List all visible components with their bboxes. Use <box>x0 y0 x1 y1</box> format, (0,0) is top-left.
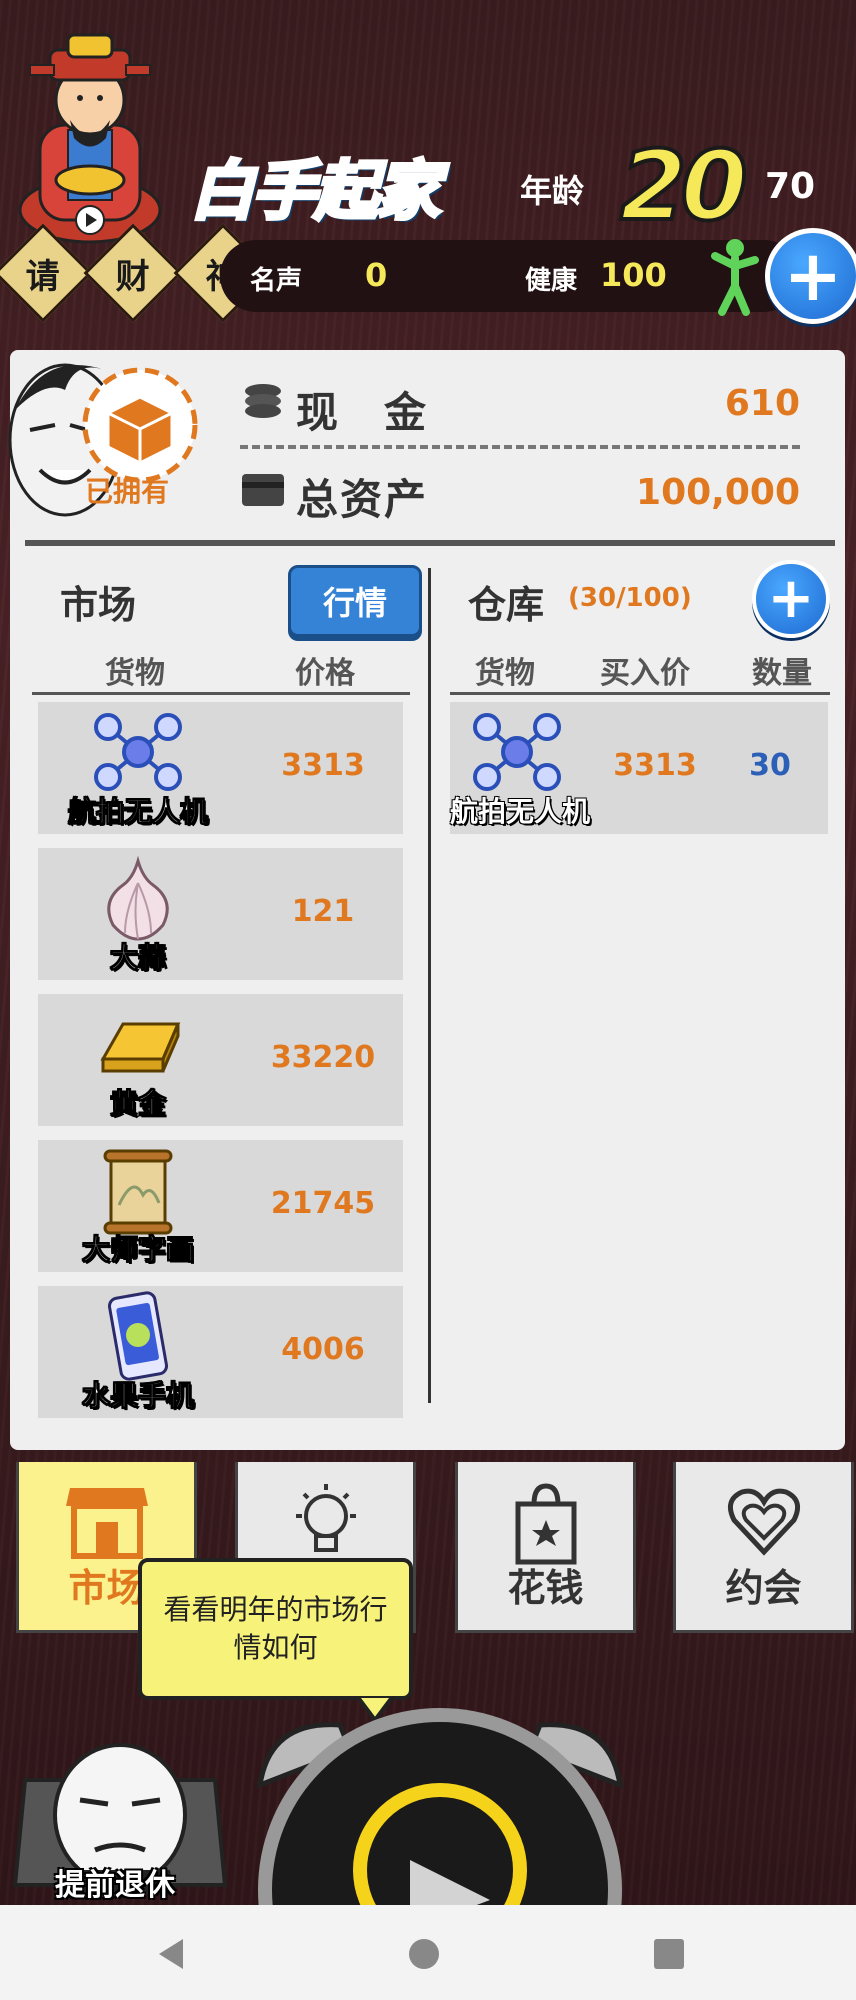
recents-icon[interactable] <box>654 1939 684 1969</box>
section-divider <box>25 540 835 546</box>
drone-icon <box>94 713 182 791</box>
add-health-button[interactable]: + <box>765 228 856 324</box>
heart-icon <box>727 1488 800 1556</box>
market-item[interactable]: 黄金 33220 <box>38 994 403 1126</box>
coins-icon <box>245 384 281 418</box>
item-price: 21745 <box>270 1186 376 1221</box>
back-icon[interactable] <box>155 1937 187 1971</box>
owned-label: 已拥有 <box>85 475 170 508</box>
item-name: 黄金 <box>109 1087 166 1121</box>
tab-spend[interactable]: 花钱 <box>455 1462 636 1633</box>
market-item[interactable]: 航拍无人机 3313 <box>38 702 403 834</box>
shopping-bag-icon <box>515 1483 576 1565</box>
fortune-god-icon[interactable] <box>10 30 170 245</box>
cash-label: 现 金 <box>296 388 429 437</box>
warehouse-col-quantity: 数量 <box>752 656 812 691</box>
market-trend-button[interactable]: 行情 <box>288 565 422 637</box>
warehouse-capacity: (30/100) <box>568 583 692 613</box>
market-title: 市场 <box>60 583 137 627</box>
item-name: 大师字画 <box>81 1233 194 1267</box>
warehouse-header-line <box>450 692 830 695</box>
card-icon <box>242 474 284 506</box>
warehouse-title: 仓库 <box>468 583 545 627</box>
gold-bar-icon <box>100 1022 181 1073</box>
assets-row: 总资产 100,000 <box>240 462 800 524</box>
scroll-painting-icon <box>103 1149 173 1235</box>
item-price: 4006 <box>281 1332 365 1367</box>
next-year-alarm-clock-button[interactable] <box>240 1690 640 1905</box>
item-name: 水果手机 <box>81 1379 194 1413</box>
retire-label: 提前退休 <box>55 1868 175 1903</box>
home-icon[interactable] <box>408 1938 440 1970</box>
market-header-line <box>32 692 410 695</box>
item-name: 航拍无人机 <box>449 795 590 828</box>
tab-date-label: 约会 <box>725 1566 802 1610</box>
market-item[interactable]: 水果手机 4006 <box>38 1286 403 1418</box>
cash-row: 现 金 610 <box>240 375 800 437</box>
health-label: 健康 <box>525 266 578 296</box>
tab-date[interactable]: 约会 <box>673 1462 854 1633</box>
market-col-goods: 货物 <box>105 656 165 691</box>
age-label: 年龄 <box>520 172 585 210</box>
item-name: 航拍无人机 <box>67 795 208 829</box>
market-col-price: 价格 <box>295 656 355 691</box>
god-char-tile: 请 <box>0 223 93 323</box>
item-quantity: 30 <box>749 748 791 783</box>
phone-icon <box>107 1291 169 1381</box>
item-price: 33220 <box>270 1040 376 1075</box>
item-buy-price: 3313 <box>613 748 697 783</box>
age-value: 20 <box>618 128 750 244</box>
health-figure-icon <box>711 239 759 316</box>
god-char-tile: 财 <box>83 223 183 323</box>
garlic-icon <box>107 855 169 941</box>
shop-icon <box>65 1488 148 1559</box>
game-title-logo: 白手起家 <box>188 153 442 231</box>
assets-value: 100,000 <box>636 472 800 513</box>
drone-icon <box>473 713 561 791</box>
lightbulb-icon <box>295 1484 356 1552</box>
tab-spend-label: 花钱 <box>507 1566 584 1610</box>
item-name: 大蒜 <box>109 941 166 975</box>
health-value: 100 <box>600 256 667 294</box>
market-item[interactable]: 大蒜 121 <box>38 848 403 980</box>
tooltip: 看看明年的市场行情如何 <box>138 1558 413 1700</box>
market-item[interactable]: 大师字画 21745 <box>38 1140 403 1272</box>
assets-label: 总资产 <box>296 475 429 524</box>
warehouse-item[interactable]: 航拍无人机 3313 30 <box>450 702 828 834</box>
item-price: 121 <box>291 894 355 929</box>
item-price: 3313 <box>281 748 365 783</box>
warehouse-col-buy-price: 买入价 <box>600 656 690 691</box>
cash-value: 610 <box>724 383 800 424</box>
column-divider <box>428 568 431 1403</box>
divider <box>240 445 800 449</box>
expand-warehouse-button[interactable]: + <box>752 560 830 638</box>
system-nav-bar <box>0 1905 856 2000</box>
warehouse-col-goods: 货物 <box>475 656 535 691</box>
age-max: 70 <box>765 166 816 207</box>
fame-label: 名声 <box>250 266 303 296</box>
stats-bar: 名声 0 健康 100 <box>220 239 800 316</box>
fame-value: 0 <box>365 256 388 294</box>
